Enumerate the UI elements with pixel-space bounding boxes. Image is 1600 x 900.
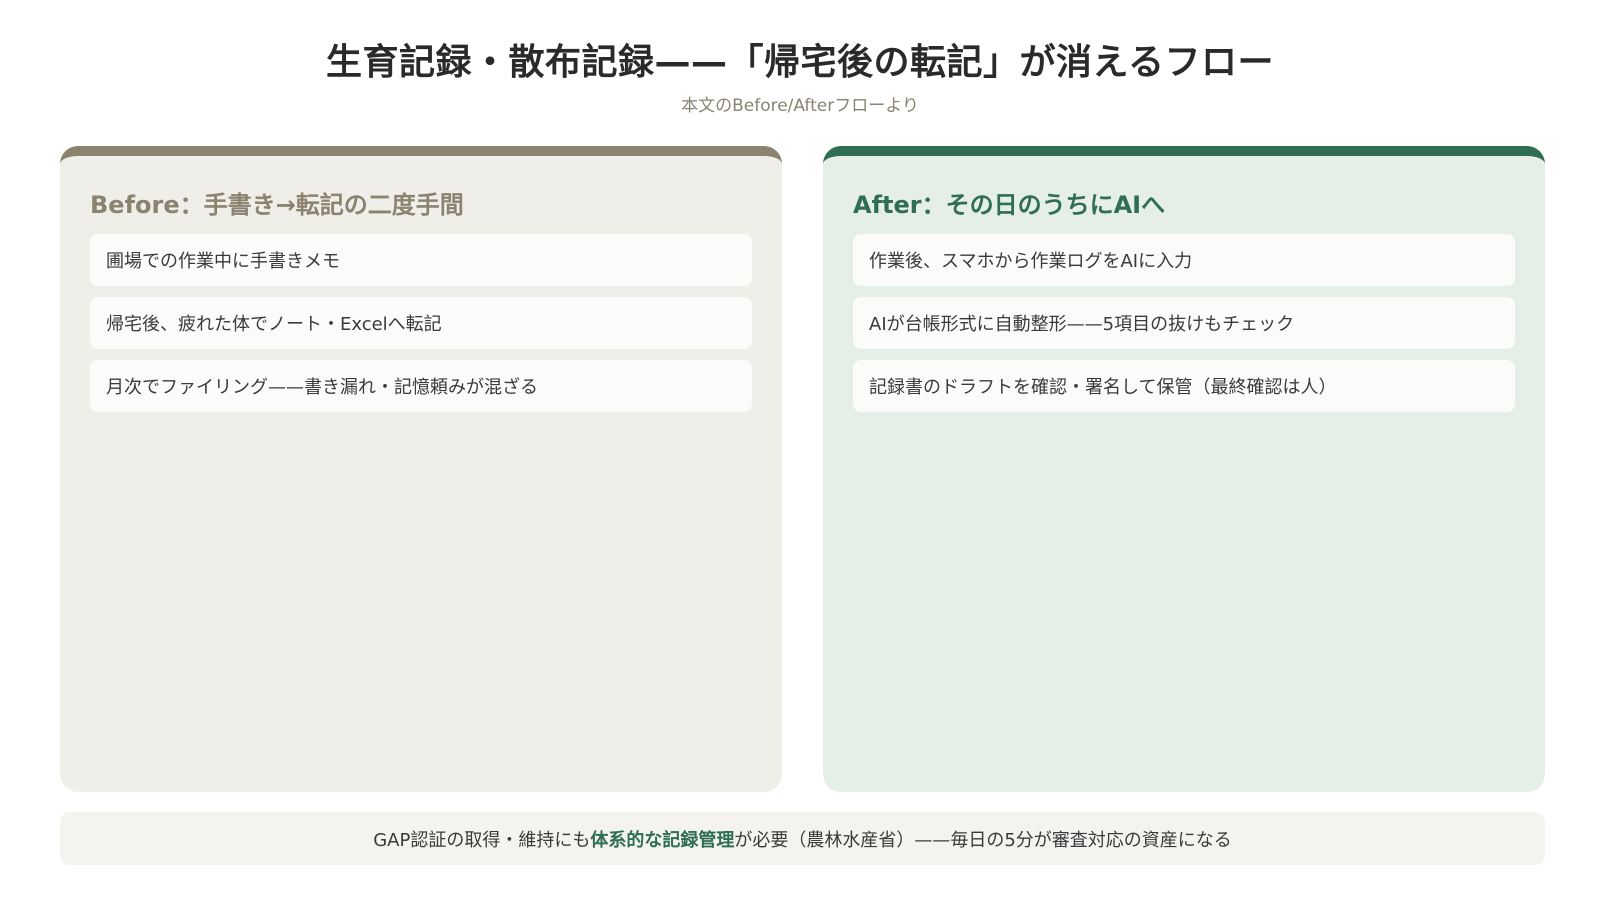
before-step-list: 圃場での作業中に手書きメモ 帰宅後、疲れた体でノート・Excelへ転記 月次でフ… (90, 234, 752, 423)
after-step: AIが台帳形式に自動整形——5項目の抜けもチェック (853, 297, 1515, 349)
page-title: 生育記録・散布記録——「帰宅後の転記」が消えるフロー (326, 42, 1274, 83)
before-panel: Before：手書き→転記の二度手間 圃場での作業中に手書きメモ 帰宅後、疲れた… (60, 146, 782, 792)
footer-note: GAP認証の取得・維持にも 体系的な記録管理 が必要（農林水産省）——毎日の5分が審… (60, 812, 1545, 865)
after-panel: After：その日のうちにAIへ 作業後、スマホから作業ログをAIに入力 AIが… (823, 146, 1545, 792)
footer-text-before: GAP認証の取得・維持にも (373, 829, 591, 851)
page-subtitle: 本文のBefore/Afterフローより (681, 96, 919, 116)
after-step: 作業後、スマホから作業ログをAIに入力 (853, 234, 1515, 286)
before-step: 圃場での作業中に手書きメモ (90, 234, 752, 286)
after-heading: After：その日のうちにAIへ (853, 191, 1166, 219)
footer-text-after: が必要（農林水産省）——毎日の5分が審査対応の資産になる (734, 829, 1232, 851)
before-step: 帰宅後、疲れた体でノート・Excelへ転記 (90, 297, 752, 349)
after-step: 記録書のドラフトを確認・署名して保管（最終確認は人） (853, 360, 1515, 412)
after-step-list: 作業後、スマホから作業ログをAIに入力 AIが台帳形式に自動整形——5項目の抜け… (853, 234, 1515, 423)
before-heading: Before：手書き→転記の二度手間 (90, 191, 464, 219)
footer-text-emphasis: 体系的な記録管理 (590, 829, 735, 851)
before-step: 月次でファイリング——書き漏れ・記憶頼みが混ざる (90, 360, 752, 412)
